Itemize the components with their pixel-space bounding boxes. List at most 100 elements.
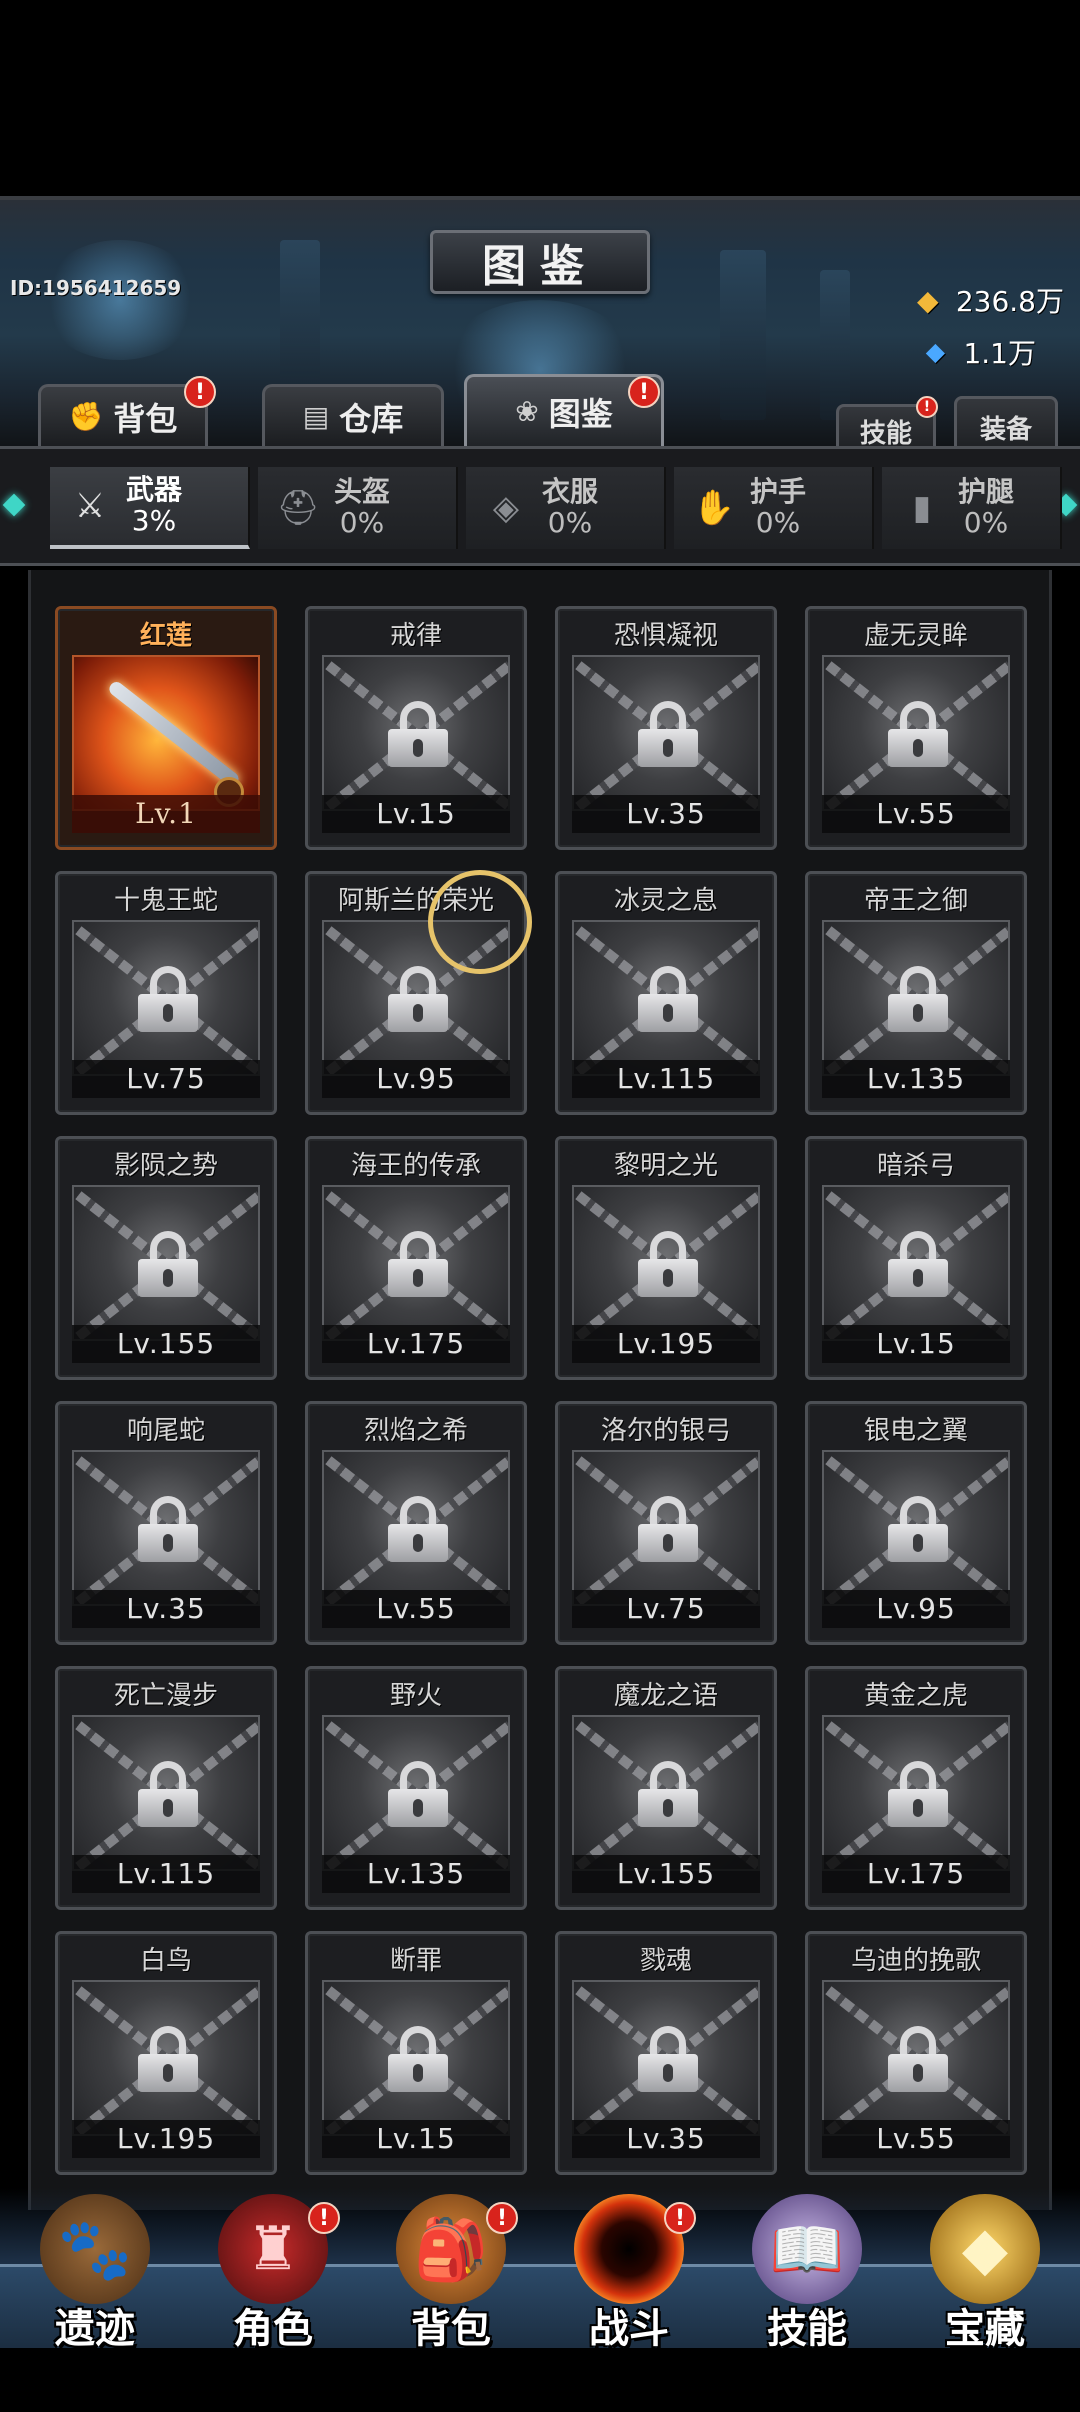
codex-card-locked[interactable]: 乌迪的挽歌 Lv.55 (805, 1931, 1027, 2175)
tab-bag[interactable]: ✊ 背包 (38, 384, 208, 446)
tab-codex-label: 图鉴 (548, 394, 613, 433)
category-name: 头盔 (334, 475, 391, 509)
codex-card-locked[interactable]: 海王的传承 Lv.175 (305, 1136, 527, 1380)
locked-art (572, 655, 760, 811)
category-progress: 3% (131, 504, 177, 537)
category-greaves[interactable]: ▮ 护腿 0% (882, 467, 1062, 549)
lock-icon (888, 1761, 948, 1827)
lock-icon (138, 2026, 198, 2092)
codex-card-locked[interactable]: 响尾蛇 Lv.35 (55, 1401, 277, 1645)
codex-card-locked[interactable]: 戒律 Lv.15 (305, 606, 527, 850)
locked-art (572, 1185, 760, 1341)
locked-art (322, 1185, 510, 1341)
nav-relic[interactable]: 🐾 遗迹 (10, 2188, 180, 2352)
locked-art (572, 1715, 760, 1871)
nav-character-label: 角色 (233, 2306, 313, 2352)
codex-card-locked[interactable]: 影陨之势 Lv.155 (55, 1136, 277, 1380)
category-name: 护手 (750, 475, 807, 509)
sword-icon (106, 679, 242, 789)
lock-icon (888, 1231, 948, 1297)
codex-card-locked[interactable]: 烈焰之希 Lv.55 (305, 1401, 527, 1645)
codex-card-locked[interactable]: 戮魂 Lv.35 (555, 1931, 777, 2175)
tab-skills-label: 技能 (859, 419, 912, 449)
background-glow (40, 240, 200, 360)
codex-card-locked[interactable]: 断罪 Lv.15 (305, 1931, 527, 2175)
codex-card-locked[interactable]: 虚无灵眸 Lv.55 (805, 606, 1027, 850)
tab-storage[interactable]: ▤ 仓库 (262, 384, 444, 446)
nav-battle[interactable]: ! 战斗 (544, 2188, 714, 2352)
codex-card-locked[interactable]: 死亡漫步 Lv.115 (55, 1666, 277, 1910)
category-helmet[interactable]: ⛑ 头盔 0% (258, 467, 458, 549)
lock-icon (638, 966, 698, 1032)
category-name: 武器 (126, 473, 183, 507)
card-level-requirement: Lv.155 (572, 1855, 760, 1893)
codex-card-locked[interactable]: 十鬼王蛇 Lv.75 (55, 871, 277, 1115)
nav-skills[interactable]: 📖 技能 (722, 2188, 892, 2352)
codex-card-locked[interactable]: 黎明之光 Lv.195 (555, 1136, 777, 1380)
weapon-art (72, 655, 260, 811)
locked-art (572, 920, 760, 1076)
card-item-name: 烈焰之希 (363, 1416, 468, 1446)
card-level-requirement: Lv.115 (72, 1855, 260, 1893)
lock-icon (888, 1496, 948, 1562)
card-item-name: 野火 (389, 1681, 442, 1711)
codex-card-locked[interactable]: 银电之翼 Lv.95 (805, 1401, 1027, 1645)
card-level-requirement: Lv.155 (72, 1325, 260, 1363)
locked-art (572, 1450, 760, 1606)
card-level-requirement: Lv.15 (322, 2120, 510, 2158)
card-item-name: 白鸟 (139, 1946, 192, 1976)
locked-art (822, 920, 1010, 1076)
card-item-name: 帝王之御 (863, 886, 968, 916)
category-armor[interactable]: ◈ 衣服 0% (466, 467, 666, 549)
lock-icon (388, 1231, 448, 1297)
locked-art (572, 1980, 760, 2136)
card-level-requirement: Lv.195 (572, 1325, 760, 1363)
codex-card-locked[interactable]: 魔龙之语 Lv.155 (555, 1666, 777, 1910)
lock-icon (388, 966, 448, 1032)
codex-card-locked[interactable]: 冰灵之息 Lv.115 (555, 871, 777, 1115)
locked-art (322, 1450, 510, 1606)
nav-treasure[interactable]: ◆ 宝藏 (900, 2188, 1070, 2352)
locked-art (822, 1715, 1010, 1871)
card-level-requirement: Lv.75 (572, 1590, 760, 1628)
tab-codex-badge: ! (628, 376, 660, 408)
codex-card-unlocked[interactable]: 红莲 Lv.1 (55, 606, 277, 850)
card-level-requirement: Lv.35 (572, 2120, 760, 2158)
codex-card-locked[interactable]: 野火 Lv.135 (305, 1666, 527, 1910)
category-name: 衣服 (542, 475, 599, 509)
locked-art (72, 1980, 260, 2136)
armor-icon: ◈ (492, 488, 520, 528)
card-level-requirement: Lv.175 (822, 1855, 1010, 1893)
nav-battle-badge: ! (664, 2202, 696, 2234)
codex-card-locked[interactable]: 黄金之虎 Lv.175 (805, 1666, 1027, 1910)
swords-icon: ⚔ (74, 486, 106, 526)
card-item-name: 魔龙之语 (613, 1681, 718, 1711)
lock-icon (388, 1761, 448, 1827)
card-item-name: 响尾蛇 (126, 1416, 205, 1446)
category-gauntlet[interactable]: ✋ 护手 0% (674, 467, 874, 549)
nav-backpack[interactable]: 🎒 ! 背包 (366, 2188, 536, 2352)
tab-storage-label: 仓库 (339, 399, 404, 438)
treasure-icon: ◆ (930, 2194, 1040, 2304)
lock-icon (138, 1761, 198, 1827)
codex-card-locked[interactable]: 白鸟 Lv.195 (55, 1931, 277, 2175)
card-item-name: 戮魂 (639, 1946, 692, 1976)
spellbook-icon: 📖 (752, 2194, 862, 2304)
codex-card-locked[interactable]: 帝王之御 Lv.135 (805, 871, 1027, 1115)
background-pillar (820, 270, 850, 420)
nav-relic-label: 遗迹 (55, 2306, 135, 2352)
card-level-requirement: Lv.35 (572, 795, 760, 833)
codex-card-locked[interactable]: 暗杀弓 Lv.15 (805, 1136, 1027, 1380)
card-item-name: 乌迪的挽歌 (850, 1946, 981, 1976)
tab-bag-badge: ! (184, 376, 216, 408)
codex-card-locked[interactable]: 恐惧凝视 Lv.35 (555, 606, 777, 850)
nav-character[interactable]: ♜ ! 角色 (188, 2188, 358, 2352)
card-level-requirement: Lv.95 (322, 1060, 510, 1098)
card-item-name: 十鬼王蛇 (113, 886, 218, 916)
category-weapon[interactable]: ⚔ 武器 3% (50, 467, 250, 549)
category-progress: 0% (339, 506, 385, 539)
codex-card-locked[interactable]: 洛尔的银弓 Lv.75 (555, 1401, 777, 1645)
codex-icon: ❀ (515, 395, 539, 428)
gem-currency: ⬥ 1.1万 (915, 332, 1036, 372)
locked-art (822, 1980, 1010, 2136)
